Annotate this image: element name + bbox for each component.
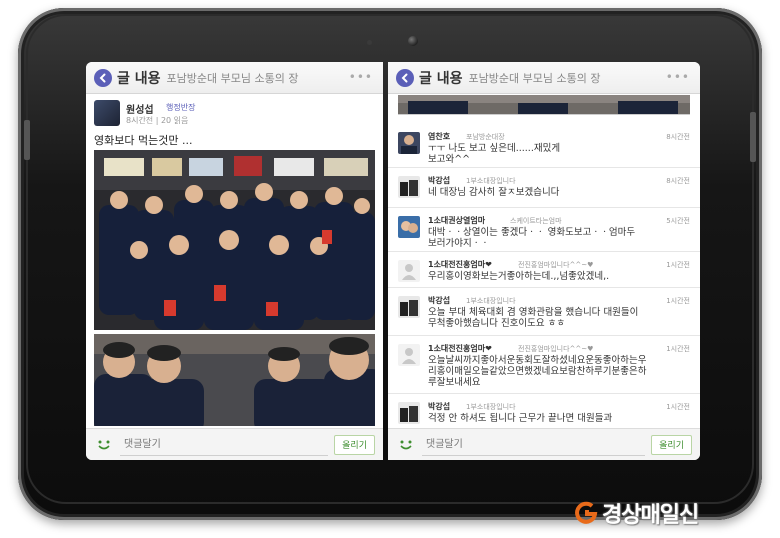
more-options-icon[interactable]: ••• (666, 70, 690, 84)
comment-item: 염찬호 포남방순대장 8시간전 ㅜㅜ 나도 보고 싶은데......재밌게 보고… (388, 124, 700, 168)
post-author-row: 원성섭 행정반장 8시간전 | 20 읽음 (86, 98, 383, 130)
comment-time: 1시간전 (666, 403, 690, 411)
comment-author[interactable]: 박강섭 (428, 295, 450, 306)
submit-comment-button[interactable]: 올리기 (651, 434, 692, 455)
comment-author-role: 전진홍엄마입니다^^~♥ (518, 345, 594, 353)
comment-item: 1소대전진홍엄마❤ 전진홍엄마입니다^^~♥ 1시간전 우리홍이영화보는거좋아하… (388, 252, 700, 288)
comment-author-role: 스케이트타는엄마 (510, 217, 562, 225)
light-sensor (367, 40, 372, 45)
header-subtitle: 포남방순대 부모님 소통의 장 (468, 71, 601, 85)
newspaper-logo-icon (575, 501, 598, 524)
emoticon-icon[interactable] (94, 435, 114, 455)
chevron-left-icon (401, 73, 408, 82)
comments-header: 글 내용 포남방순대 부모님 소통의 장 ••• (388, 62, 700, 94)
emoticon-icon[interactable] (396, 435, 416, 455)
back-button[interactable] (94, 68, 112, 87)
avatar[interactable] (398, 260, 420, 282)
post-author[interactable]: 원성섭 (126, 101, 154, 116)
post-header: 글 내용 포남방순대 부모님 소통의 장 ••• (86, 62, 383, 94)
comment-text: 오늘날씨까지좋아서운동회도잘하셨네요운동좋아하는우 리홍이매일오늘같았으면했겠네… (428, 355, 647, 388)
comment-author[interactable]: 박강섭 (428, 401, 450, 412)
post-photo[interactable] (94, 334, 375, 426)
comment-text: 오늘 부대 체육대회 겸 영화관람을 했습니다 대원들이 무척좋아했습니다 진호… (428, 307, 639, 329)
post-meta: 8시간전 | 20 읽음 (126, 116, 189, 125)
header-title: 글 내용 (419, 70, 463, 87)
comment-author[interactable]: 1소대전진홍엄마❤ (428, 259, 492, 270)
comment-text: 대박ㆍㆍ상열이는 좋겠다ㆍㆍ 영화도보고ㆍㆍ엄마두 보러가야지ㆍㆍ (428, 227, 636, 249)
power-button (750, 112, 756, 162)
comment-bar: 올리기 (86, 428, 383, 460)
comment-item: 1소대권상열엄마 스케이트타는엄마 5시간전 대박ㆍㆍ상열이는 좋겠다ㆍㆍ 영화… (388, 208, 700, 252)
comment-item: 박강섭 1부소대장입니다 1시간전 걱정 안 하셔도 됩니다 근무가 끝나면 대… (388, 394, 700, 428)
comment-author-role: 1부소대장입니다 (466, 403, 516, 411)
submit-comment-button[interactable]: 올리기 (334, 434, 375, 455)
avatar[interactable] (398, 176, 420, 198)
header-title: 글 내용 (117, 70, 161, 87)
comment-time: 8시간전 (666, 133, 690, 141)
comment-author[interactable]: 염찬호 (428, 131, 450, 142)
comment-author[interactable]: 1소대전진홍엄마❤ (428, 343, 492, 354)
post-detail-pane: 글 내용 포남방순대 부모님 소통의 장 ••• 원성섭 행정반장 8시간전 |… (86, 62, 383, 460)
comment-bar: 올리기 (388, 428, 700, 460)
comment-author[interactable]: 박강섭 (428, 175, 450, 186)
avatar[interactable] (94, 100, 120, 126)
avatar[interactable] (398, 216, 420, 238)
post-author-role: 행정반장 (166, 103, 196, 112)
avatar[interactable] (398, 132, 420, 154)
comment-time: 5시간전 (666, 217, 690, 225)
volume-button (24, 120, 30, 160)
watermark-text: 경상매일신 (602, 503, 699, 528)
front-camera (408, 36, 418, 46)
comments-pane: 글 내용 포남방순대 부모님 소통의 장 ••• 염찬호 포남방순대장 8시간전… (388, 62, 700, 460)
post-text: 영화보다 먹는것만 ... (94, 134, 193, 147)
comment-input[interactable] (120, 433, 329, 456)
header-subtitle: 포남방순대 부모님 소통의 장 (166, 71, 299, 85)
comment-text: 네 대장님 감사히 잘ㅈ보겠습니다 (428, 187, 560, 198)
comment-time: 1시간전 (666, 345, 690, 353)
comment-text: 우리홍이영화보는거좋아하는데.,,넘좋았겠네,. (428, 271, 610, 282)
comment-author-role: 1부소대장입니다 (466, 297, 516, 305)
comment-author-role: 1부소대장입니다 (466, 177, 516, 185)
avatar[interactable] (398, 402, 420, 424)
comment-time: 1시간전 (666, 297, 690, 305)
comment-item: 1소대전진홍엄마❤ 전진홍엄마입니다^^~♥ 1시간전 오늘날씨까지좋아서운동회… (388, 336, 700, 394)
chevron-left-icon (99, 73, 106, 82)
post-photo[interactable] (94, 150, 375, 330)
comment-item: 박강섭 1부소대장입니다 1시간전 오늘 부대 체육대회 겸 영화관람을 했습니… (388, 288, 700, 336)
photo-strip (398, 95, 690, 115)
comment-author-role: 포남방순대장 (466, 133, 505, 141)
watermark: 경상매일신 (574, 497, 699, 529)
comment-item: 박강섭 1부소대장입니다 8시간전 네 대장님 감사히 잘ㅈ보겠습니다 (388, 168, 700, 208)
comment-time: 1시간전 (666, 261, 690, 269)
comment-list: 염찬호 포남방순대장 8시간전 ㅜㅜ 나도 보고 싶은데......재밌게 보고… (388, 124, 700, 428)
comment-author-role: 전진홍엄마입니다^^~♥ (518, 261, 594, 269)
comment-author[interactable]: 1소대권상열엄마 (428, 215, 485, 226)
comment-text: ㅜㅜ 나도 보고 싶은데......재밌게 보고와^^ (428, 143, 561, 165)
avatar[interactable] (398, 296, 420, 318)
back-button[interactable] (396, 68, 414, 87)
comment-text: 걱정 안 하셔도 됩니다 근무가 끝나면 대원들과 (428, 413, 613, 424)
comment-input[interactable] (422, 433, 646, 456)
more-options-icon[interactable]: ••• (349, 70, 373, 84)
comment-time: 8시간전 (666, 177, 690, 185)
avatar[interactable] (398, 344, 420, 366)
